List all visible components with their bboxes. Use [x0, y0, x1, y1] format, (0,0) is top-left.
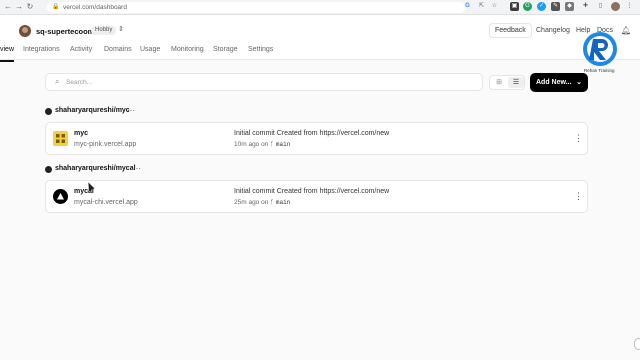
- deploy-meta: 10m ago on ᚶ main: [234, 141, 290, 148]
- tab-activity[interactable]: Activity: [70, 46, 92, 53]
- vercel-triangle-icon: [53, 189, 68, 204]
- github-icon: [45, 108, 52, 115]
- share-icon[interactable]: ⇱: [477, 2, 486, 11]
- list-view-icon[interactable]: ☰: [508, 77, 524, 88]
- lock-icon: 🔒: [52, 4, 60, 10]
- project-card[interactable]: mycal mycal-chi.vercel.app Initial commi…: [45, 180, 588, 213]
- commit-message: Initial commit Created from https://verc…: [234, 130, 390, 137]
- repo-header: shaharyarqureshi/myc ···: [45, 106, 145, 117]
- deploy-time: 25m ago on: [234, 199, 269, 206]
- watermark-text: Rehan Training: [584, 68, 615, 73]
- tab-monitoring[interactable]: Monitoring: [171, 46, 204, 53]
- more-icon[interactable]: ···: [127, 106, 135, 115]
- team-name[interactable]: sq-supertecoom: [36, 27, 94, 36]
- extension-icon[interactable]: ◆: [565, 2, 574, 11]
- plan-badge: Hobby: [91, 26, 117, 35]
- extension-icon[interactable]: ✎: [551, 2, 560, 11]
- search-icon: ⌕: [55, 77, 60, 86]
- changelog-link[interactable]: Changelog: [536, 27, 570, 34]
- chevron-updown-icon[interactable]: ⇕: [118, 25, 124, 33]
- grammarly-icon[interactable]: G: [523, 2, 532, 11]
- puzzle-icon[interactable]: ✚: [581, 2, 590, 11]
- commit-message: Initial commit Created from https://verc…: [234, 188, 390, 195]
- back-icon[interactable]: ←: [3, 2, 13, 12]
- chevron-down-icon: ⌄: [576, 79, 582, 86]
- avatar[interactable]: [19, 25, 31, 37]
- app-header: sq-supertecoom Hobby ⇕ Feedback Changelo…: [0, 15, 640, 62]
- tab-storage[interactable]: Storage: [213, 46, 238, 53]
- extension-icon[interactable]: ▣: [510, 2, 519, 11]
- branch-name: main: [275, 199, 291, 206]
- reload-icon[interactable]: ↻: [25, 2, 35, 12]
- project-name[interactable]: myc: [74, 130, 88, 137]
- deploy-time: 10m ago on: [234, 141, 269, 148]
- branch-icon: ᚶ: [270, 141, 275, 148]
- kebab-menu-icon[interactable]: ⋮: [574, 132, 583, 144]
- view-toggle: ⊞ ☰: [489, 75, 525, 90]
- more-icon[interactable]: ···: [133, 164, 141, 173]
- menu-icon[interactable]: ⋮: [625, 2, 634, 11]
- kebab-menu-icon[interactable]: ⋮: [574, 190, 583, 202]
- search-input[interactable]: [66, 76, 466, 88]
- branch-icon: ᚶ: [270, 199, 275, 206]
- browser-toolbar: ← → ↻ 🔒 vercel.com/dashboard G ⇱ ☆ ▣ G ✓…: [0, 0, 640, 15]
- project-url[interactable]: myc-pink.vercel.app: [74, 141, 136, 148]
- active-tab-indicator: [0, 60, 14, 62]
- forward-icon[interactable]: →: [14, 2, 24, 12]
- add-new-label: Add New...: [536, 79, 572, 86]
- tab-domains[interactable]: Domains: [104, 46, 132, 53]
- tab-usage[interactable]: Usage: [140, 46, 160, 53]
- profile-icon[interactable]: [611, 2, 620, 11]
- project-url[interactable]: mycal-chi.vercel.app: [74, 199, 138, 206]
- twitter-icon[interactable]: ✓: [537, 2, 546, 11]
- deploy-meta: 25m ago on ᚶ main: [234, 199, 290, 206]
- tab-overview[interactable]: view: [0, 46, 14, 53]
- bell-icon[interactable]: 🔔︎: [621, 26, 631, 35]
- url-text: vercel.com/dashboard: [63, 4, 127, 11]
- google-icon[interactable]: G: [463, 2, 472, 11]
- search-box[interactable]: ⌕: [45, 73, 483, 91]
- tab-settings[interactable]: Settings: [248, 46, 273, 53]
- grid-view-icon[interactable]: ⊞: [491, 77, 507, 88]
- repo-header: shaharyarqureshi/mycal ···: [45, 164, 155, 175]
- bookmark-icon[interactable]: ☆: [490, 2, 499, 11]
- project-icon: [53, 131, 68, 146]
- address-bar[interactable]: 🔒 vercel.com/dashboard: [47, 2, 465, 13]
- project-card[interactable]: myc myc-pink.vercel.app Initial commit C…: [45, 122, 588, 155]
- repo-name[interactable]: shaharyarqureshi/mycal: [55, 165, 136, 172]
- sidebar-icon[interactable]: ▯: [596, 2, 605, 11]
- add-new-button[interactable]: Add New... ⌄: [530, 73, 588, 92]
- repo-name[interactable]: shaharyarqureshi/myc: [55, 107, 130, 114]
- branch-name: main: [275, 141, 291, 148]
- tab-integrations[interactable]: Integrations: [23, 46, 60, 53]
- scroll-handle[interactable]: [634, 338, 640, 350]
- feedback-button[interactable]: Feedback: [489, 23, 532, 38]
- github-icon: [45, 166, 52, 173]
